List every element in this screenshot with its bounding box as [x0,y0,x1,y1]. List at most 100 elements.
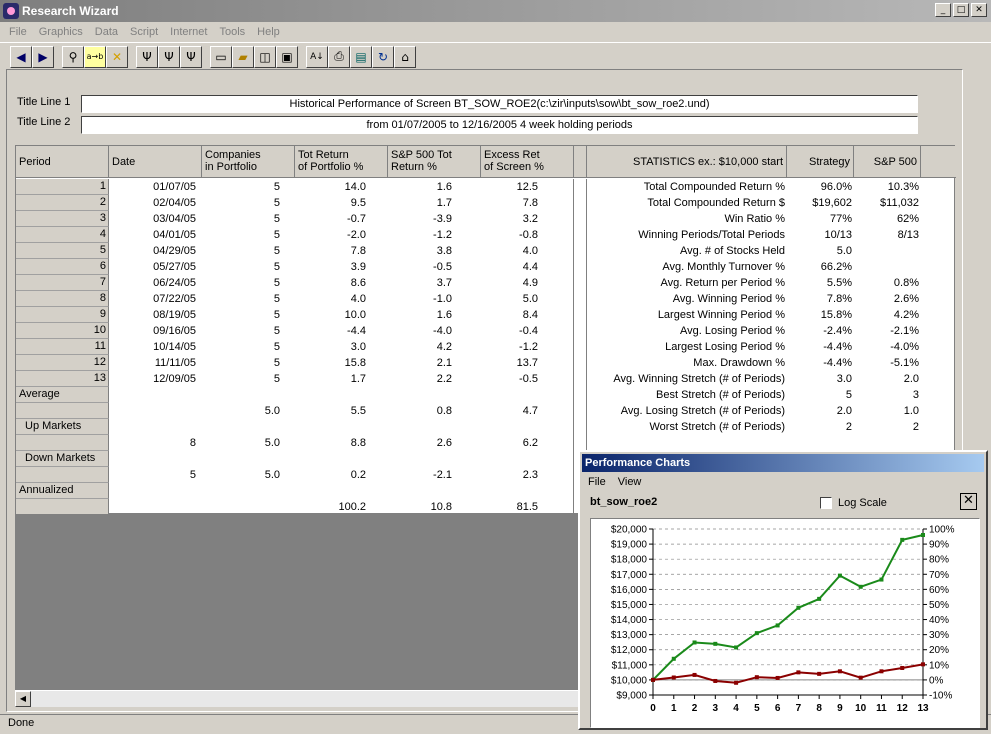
stat-sp500-cell[interactable] [854,259,919,275]
summary-sp500-cell[interactable]: 10.8 [388,499,452,515]
stat-sp500-cell[interactable]: 4.2% [854,307,919,323]
summary-date-cell[interactable] [109,499,196,515]
date-cell[interactable]: 05/27/05 [109,259,196,275]
tot-return-cell[interactable]: 15.8 [295,355,366,371]
excess-cell[interactable]: 4.0 [481,243,538,259]
stat-strategy-cell[interactable]: 10/13 [787,227,852,243]
summary-sp500-cell[interactable] [388,451,452,467]
stat-strategy-cell[interactable]: 96.0% [787,179,852,195]
excess-cell[interactable]: -1.2 [481,339,538,355]
stat-sp500-cell[interactable] [854,243,919,259]
stat-strategy-cell[interactable]: 5.5% [787,275,852,291]
stat-strategy-cell[interactable]: 5 [787,387,852,403]
binoculars-icon[interactable]: ⚲ [62,45,84,68]
stat-sp500-cell[interactable]: 2 [854,419,919,435]
stat-label-cell[interactable]: Win Ratio % [587,211,785,227]
companies-cell[interactable]: 5 [202,275,280,291]
summary-sp500-cell[interactable]: -2.1 [388,467,452,483]
summary-excess-cell[interactable] [481,419,538,435]
companies-cell[interactable]: 5 [202,259,280,275]
stat-label-cell[interactable]: Max. Drawdown % [587,355,785,371]
save-icon[interactable]: ▣ [276,45,298,68]
stat-label-cell[interactable]: Avg. Winning Stretch (# of Periods) [587,371,785,387]
minimize-button[interactable]: _ [935,3,951,17]
stat-sp500-cell[interactable]: $11,032 [854,195,919,211]
date-cell[interactable]: 04/29/05 [109,243,196,259]
stat-label-cell[interactable]: Avg. Winning Period % [587,291,785,307]
header-stat-sp500[interactable]: S&P 500 [854,146,921,178]
period-cell[interactable]: 7 [16,275,109,291]
date-cell[interactable]: 07/22/05 [109,291,196,307]
period-cell[interactable]: 11 [16,339,109,355]
sort-icon[interactable]: A↓ [306,45,328,68]
stat-strategy-cell[interactable]: 7.8% [787,291,852,307]
stat-strategy-cell[interactable]: $19,602 [787,195,852,211]
summary-label-cell[interactable]: Annualized [16,483,109,499]
stat-label-cell[interactable]: Best Stretch (# of Periods) [587,387,785,403]
summary-companies-cell[interactable] [202,483,280,499]
stat-label-cell[interactable]: Avg. Monthly Turnover % [587,259,785,275]
summary-excess-cell[interactable]: 4.7 [481,403,538,419]
summary-date-cell[interactable] [109,483,196,499]
sp500-cell[interactable]: 3.7 [388,275,452,291]
stat-strategy-cell[interactable]: -2.4% [787,323,852,339]
print-icon[interactable]: ⎙ [328,45,350,68]
menu-internet[interactable]: Internet [164,26,213,38]
perf-close-icon[interactable]: ✕ [960,493,977,510]
stat-label-cell[interactable]: Avg. Losing Stretch (# of Periods) [587,403,785,419]
excess-cell[interactable]: -0.5 [481,371,538,387]
sp500-cell[interactable]: 2.1 [388,355,452,371]
date-cell[interactable]: 09/16/05 [109,323,196,339]
companies-cell[interactable]: 5 [202,179,280,195]
sp500-cell[interactable]: -1.0 [388,291,452,307]
sp500-cell[interactable]: 1.6 [388,179,452,195]
open-folder-icon[interactable]: ▰ [232,45,254,68]
stat-strategy-cell[interactable]: 66.2% [787,259,852,275]
menu-help[interactable]: Help [251,26,286,38]
summary-companies-cell[interactable] [202,499,280,515]
stat-strategy-cell[interactable]: 2.0 [787,403,852,419]
summary-date-cell[interactable] [109,451,196,467]
perf-menu-view[interactable]: View [612,473,648,491]
stat-sp500-cell[interactable]: 2.0 [854,371,919,387]
summary-sp500-cell[interactable]: 2.6 [388,435,452,451]
stat-label-cell[interactable]: Avg. Return per Period % [587,275,785,291]
period-cell[interactable]: 12 [16,355,109,371]
summary-companies-cell[interactable] [202,451,280,467]
stat-sp500-cell[interactable]: -5.1% [854,355,919,371]
companies-cell[interactable]: 5 [202,211,280,227]
period-cell[interactable]: 5 [16,243,109,259]
stat-label-cell[interactable]: Total Compounded Return % [587,179,785,195]
period-cell[interactable]: 2 [16,195,109,211]
scroll-left-icon[interactable]: ◀ [15,691,31,707]
period-cell[interactable]: 9 [16,307,109,323]
summary-companies-cell[interactable]: 5.0 [202,403,280,419]
summary-tot-cell[interactable] [295,387,366,403]
summary-label-cell[interactable]: Average [16,387,109,403]
date-cell[interactable]: 12/09/05 [109,371,196,387]
home-icon[interactable]: ⌂ [394,45,416,68]
summary-excess-cell[interactable] [481,451,538,467]
summary-date-cell[interactable] [109,387,196,403]
stat-sp500-cell[interactable]: 3 [854,387,919,403]
period-cell[interactable]: 10 [16,323,109,339]
sp500-cell[interactable]: 1.7 [388,195,452,211]
summary-date-cell[interactable] [109,419,196,435]
stat-label-cell[interactable]: Largest Winning Period % [587,307,785,323]
summary-sp500-cell[interactable]: 0.8 [388,403,452,419]
summary-label-cell[interactable] [16,435,109,451]
stat-strategy-cell[interactable]: -4.4% [787,355,852,371]
stat-label-cell[interactable]: Total Compounded Return $ [587,195,785,211]
period-cell[interactable]: 8 [16,291,109,307]
filter-icon[interactable]: Ψ [136,45,158,68]
tot-return-cell[interactable]: 10.0 [295,307,366,323]
summary-excess-cell[interactable]: 2.3 [481,467,538,483]
companies-cell[interactable]: 5 [202,323,280,339]
stat-label-cell[interactable]: Worst Stretch (# of Periods) [587,419,785,435]
date-cell[interactable]: 01/07/05 [109,179,196,195]
tot-return-cell[interactable]: -0.7 [295,211,366,227]
tot-return-cell[interactable]: 3.9 [295,259,366,275]
filter-ab-icon[interactable]: Ψ [158,45,180,68]
tot-return-cell[interactable]: 7.8 [295,243,366,259]
menu-tools[interactable]: Tools [213,26,251,38]
